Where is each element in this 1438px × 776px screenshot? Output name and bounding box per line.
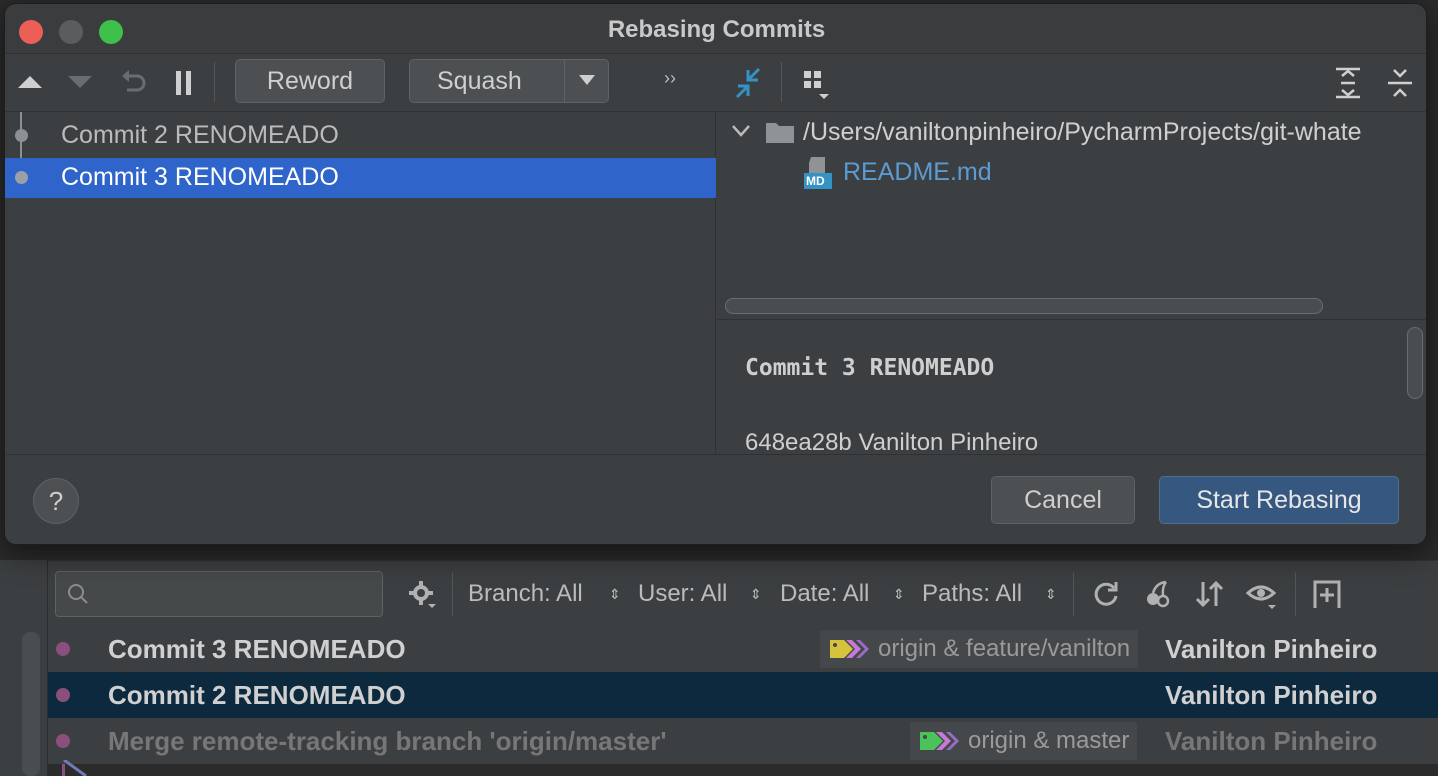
start-rebasing-button[interactable]: Start Rebasing: [1159, 476, 1399, 524]
log-row-author: Vanilton Pinheiro: [1165, 634, 1378, 664]
commit-row[interactable]: Commit 2 RENOMEADO: [5, 116, 716, 156]
graph-node: [56, 688, 70, 702]
markdown-icon-text: MD: [806, 174, 825, 188]
commit-label: Commit 3 RENOMEADO: [61, 163, 339, 191]
log-row-author: Vanilton Pinheiro: [1165, 726, 1378, 756]
horizontal-scrollbar[interactable]: [725, 298, 1323, 314]
more-actions-icon[interactable]: ››: [664, 68, 676, 89]
toolbar-separator: [781, 62, 782, 102]
move-up-icon[interactable]: [17, 72, 43, 92]
changes-toolbar: [717, 54, 1426, 112]
help-button[interactable]: ?: [33, 478, 79, 524]
paths-filter-chevron-icon: ⇕: [1045, 586, 1057, 602]
search-icon: [68, 584, 88, 604]
vertical-scrollbar[interactable]: [1407, 327, 1423, 399]
date-filter-chevron-icon: ⇕: [893, 586, 905, 602]
folder-path[interactable]: /Users/vaniltonpinheiro/PycharmProjects/…: [803, 118, 1362, 147]
user-filter[interactable]: User: All: [638, 580, 727, 608]
group-by-icon[interactable]: [801, 68, 835, 102]
details-hash-author: 648ea28b Vanilton Pinheiro: [745, 429, 1039, 456]
cancel-button[interactable]: Cancel: [991, 476, 1135, 524]
squash-button[interactable]: Squash: [409, 59, 609, 103]
log-row-message: Merge remote-tracking branch 'origin/mas…: [108, 726, 667, 756]
log-row-author: Vanilton Pinheiro: [1165, 680, 1378, 710]
commit-node: [15, 171, 28, 184]
log-row-tag: origin & feature/vanilton: [820, 630, 1139, 668]
sort-icon[interactable]: [1194, 578, 1226, 610]
undo-icon[interactable]: [119, 68, 149, 98]
tag-icon: [830, 640, 869, 658]
log-scrollbar[interactable]: [22, 632, 40, 776]
user-filter-chevron-icon: ⇕: [750, 586, 762, 602]
commit-row-selected[interactable]: Commit 3 RENOMEADO: [5, 158, 716, 198]
toolbar-separator: [1073, 572, 1074, 616]
cherry-pick-icon[interactable]: [1142, 578, 1174, 610]
details-commit-title: Commit 3 RENOMEADO: [745, 355, 995, 381]
log-row-selected[interactable]: Commit 2 RENOMEADO Vanilton Pinheiro: [48, 672, 1438, 718]
eye-icon[interactable]: [1246, 578, 1278, 610]
dialog-title: Rebasing Commits: [607, 16, 826, 43]
squash-label: Squash: [437, 66, 522, 95]
changed-files-tree: /Users/vaniltonpinheiro/PycharmProjects/…: [717, 112, 1426, 320]
commit-details: Commit 3 RENOMEADO 648ea28b Vanilton Pin…: [717, 321, 1426, 456]
log-row-tag: origin & master: [910, 722, 1138, 760]
file-readme[interactable]: README.md: [843, 158, 992, 187]
commit-label: Commit 2 RENOMEADO: [61, 121, 339, 149]
rebase-toolbar: Reword Squash ››: [5, 54, 716, 112]
tag-label: origin & master: [968, 727, 1130, 754]
toolbar-separator: [214, 62, 215, 102]
reword-button[interactable]: Reword: [235, 59, 385, 103]
graph-branch-line: [63, 760, 87, 776]
branch-filter[interactable]: Branch: All: [468, 580, 583, 608]
collapse-all-icon[interactable]: [1385, 66, 1415, 100]
new-tab-icon[interactable]: [1311, 578, 1343, 610]
compare-icon[interactable]: [731, 66, 765, 100]
expand-all-icon[interactable]: [1333, 66, 1363, 100]
tag-label: origin & feature/vanilton: [878, 635, 1131, 662]
log-row[interactable]: Commit 3 RENOMEADO origin & feature/vani…: [48, 626, 1438, 672]
chevron-down-icon[interactable]: [731, 124, 751, 138]
date-filter[interactable]: Date: All: [780, 580, 869, 608]
commit-node: [15, 129, 28, 142]
split-separator: [564, 60, 565, 102]
pause-icon[interactable]: [173, 68, 197, 98]
rebase-dialog: Rebasing Commits Reword Squash ›› Commit…: [4, 3, 1427, 545]
markdown-file-icon: MD: [803, 156, 833, 190]
folder-icon: [766, 123, 794, 143]
toolbar-separator: [452, 572, 453, 616]
graph-node: [56, 642, 70, 656]
branch-filter-chevron-icon: ⇕: [609, 586, 621, 602]
log-row-message: Commit 2 RENOMEADO: [108, 680, 406, 710]
refresh-icon[interactable]: [1090, 578, 1122, 610]
log-row[interactable]: Merge remote-tracking branch 'origin/mas…: [48, 718, 1438, 764]
move-down-icon[interactable]: [67, 72, 93, 92]
chevron-down-icon[interactable]: [578, 74, 596, 86]
paths-filter[interactable]: Paths: All: [922, 580, 1022, 608]
commit-list: Commit 2 RENOMEADO Commit 3 RENOMEADO: [5, 112, 716, 454]
graph-node: [56, 734, 70, 748]
gear-icon[interactable]: [406, 578, 438, 610]
tag-icon: [920, 732, 959, 750]
toolbar-separator: [1295, 572, 1296, 616]
log-row-message: Commit 3 RENOMEADO: [108, 634, 406, 664]
log-search-input[interactable]: [55, 571, 383, 617]
